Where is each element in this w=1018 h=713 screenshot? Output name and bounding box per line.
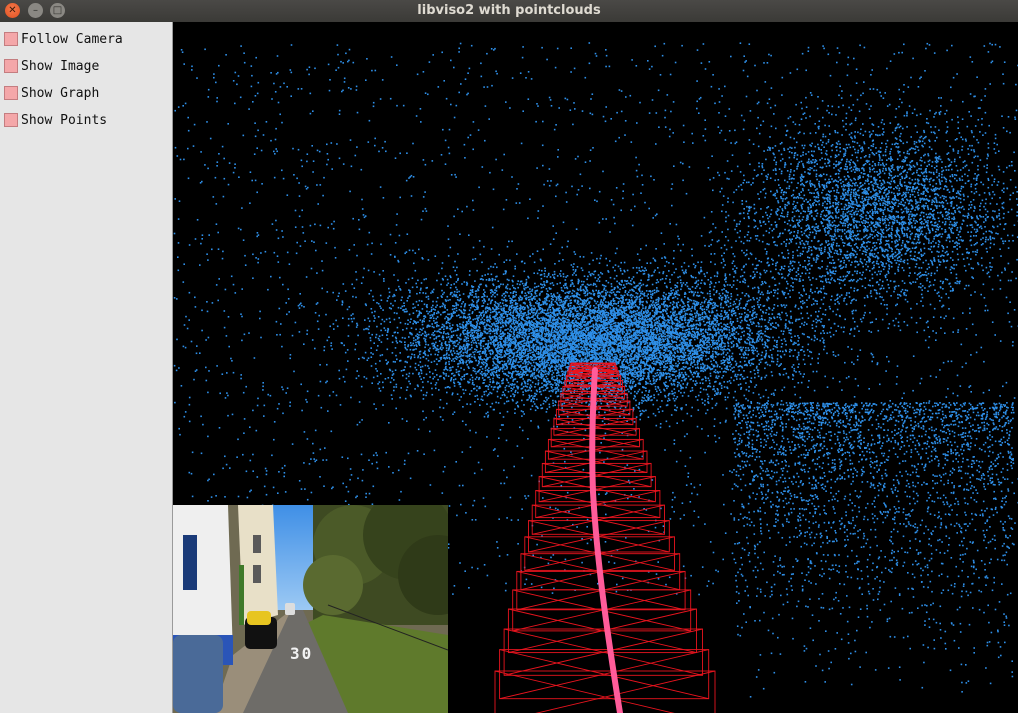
show-graph-label: Show Graph xyxy=(21,85,100,101)
follow-camera-label: Follow Camera xyxy=(21,31,123,47)
show-points-checkbox-box[interactable] xyxy=(4,113,18,127)
show-points-label: Show Points xyxy=(21,112,108,128)
show-points-checkbox[interactable]: Show Points xyxy=(4,111,107,129)
show-image-checkbox[interactable]: Show Image xyxy=(4,57,99,75)
show-image-label: Show Image xyxy=(21,58,100,74)
follow-camera-checkbox[interactable]: Follow Camera xyxy=(4,30,123,48)
show-graph-checkbox[interactable]: Show Graph xyxy=(4,84,99,102)
follow-camera-checkbox-box[interactable] xyxy=(4,32,18,46)
app-window: ✕ – □ libviso2 with pointclouds Follow C… xyxy=(0,0,1018,713)
3d-viewport[interactable]: 30 xyxy=(173,22,1018,713)
title-bar: ✕ – □ libviso2 with pointclouds xyxy=(0,0,1018,22)
show-graph-checkbox-box[interactable] xyxy=(4,86,18,100)
window-title: libviso2 with pointclouds xyxy=(417,3,601,18)
options-panel: Follow Camera Show Image Show Graph Show… xyxy=(0,22,173,713)
show-image-checkbox-box[interactable] xyxy=(4,59,18,73)
